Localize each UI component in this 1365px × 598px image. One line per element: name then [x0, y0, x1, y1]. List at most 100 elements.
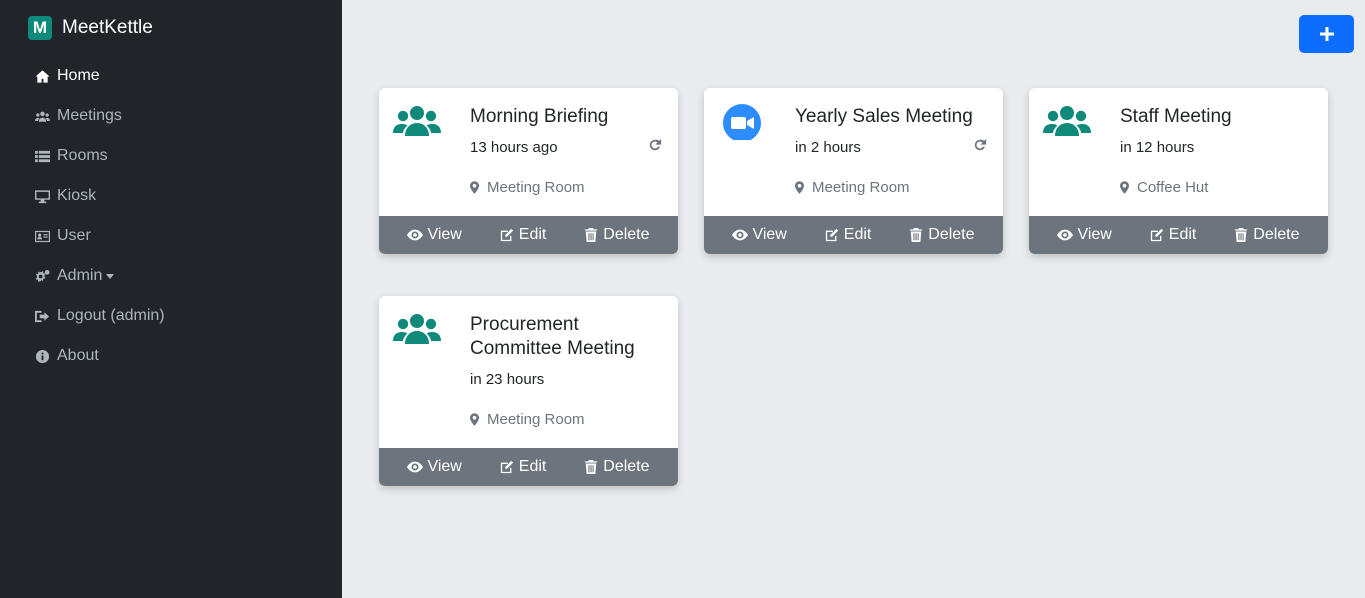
meeting-time: 13 hours ago [470, 139, 558, 156]
card-actions: View Edit Delete [1029, 216, 1328, 254]
list-icon [34, 148, 50, 164]
users-icon [393, 312, 441, 348]
map-marker-icon [795, 181, 804, 194]
delete-button[interactable]: Delete [583, 458, 650, 476]
delete-label: Delete [603, 226, 650, 243]
chevron-down-icon [106, 273, 115, 279]
brand-name: MeetKettle [62, 17, 153, 38]
users-icon [34, 108, 50, 124]
meeting-location: Meeting Room [470, 411, 585, 428]
eye-icon [732, 229, 749, 241]
edit-button[interactable]: Edit [824, 226, 872, 244]
card-actions: View Edit Delete [704, 216, 1003, 254]
sidebar-nav: Home Meetings Rooms Kiosk User Admin Log… [34, 56, 165, 376]
users-icon [1043, 104, 1091, 140]
edit-icon [500, 460, 513, 474]
meeting-card: Staff Meeting in 12 hours Coffee Hut Vie… [1029, 88, 1328, 254]
edit-button[interactable]: Edit [1149, 226, 1197, 244]
plus-icon [1319, 27, 1334, 41]
meeting-title[interactable]: Yearly Sales Meeting [795, 105, 995, 129]
sidebar-item-label: Meetings [57, 107, 122, 124]
view-label: View [752, 226, 787, 243]
meeting-card: Procurement Committee Meeting in 23 hour… [379, 296, 678, 486]
meeting-time: in 2 hours [795, 139, 861, 156]
sidebar-item-label: User [57, 227, 91, 244]
map-marker-icon [1120, 181, 1129, 194]
eye-icon [407, 461, 424, 473]
meeting-time: in 23 hours [470, 371, 545, 388]
eye-icon [1057, 229, 1074, 241]
view-label: View [427, 226, 462, 243]
meeting-time: in 12 hours [1120, 139, 1195, 156]
eye-icon [407, 229, 424, 241]
view-button[interactable]: View [407, 226, 462, 244]
location-label: Meeting Room [487, 411, 585, 428]
delete-label: Delete [603, 458, 650, 475]
sidebar-item-home[interactable]: Home [34, 56, 165, 96]
cogs-icon [34, 268, 50, 284]
edit-button[interactable]: Edit [499, 458, 547, 476]
sidebar-item-label: Kiosk [57, 187, 97, 204]
edit-label: Edit [518, 226, 547, 243]
card-actions: View Edit Delete [379, 448, 678, 486]
brand-logo-icon: M [28, 16, 52, 40]
delete-button[interactable]: Delete [908, 226, 975, 244]
sidebar-item-rooms[interactable]: Rooms [34, 136, 165, 176]
view-button[interactable]: View [1057, 226, 1112, 244]
delete-label: Delete [928, 226, 975, 243]
edit-label: Edit [1168, 226, 1197, 243]
map-marker-icon [470, 413, 479, 426]
trash-icon [1235, 228, 1248, 242]
meeting-title[interactable]: Procurement Committee Meeting [470, 313, 660, 361]
location-label: Meeting Room [812, 179, 910, 196]
brand[interactable]: M MeetKettle [28, 16, 153, 40]
card-actions: View Edit Delete [379, 216, 678, 254]
sidebar-item-label: Rooms [57, 147, 108, 164]
map-marker-icon [470, 181, 479, 194]
video-icon [718, 104, 766, 142]
home-icon [34, 68, 50, 84]
sidebar-item-admin[interactable]: Admin [34, 256, 165, 296]
sidebar-item-kiosk[interactable]: Kiosk [34, 176, 165, 216]
edit-icon [500, 228, 513, 242]
info-icon [34, 348, 50, 364]
location-label: Meeting Room [487, 179, 585, 196]
view-label: View [1077, 226, 1112, 243]
edit-icon [1150, 228, 1163, 242]
add-meeting-button[interactable] [1299, 15, 1354, 53]
sidebar-item-meetings[interactable]: Meetings [34, 96, 165, 136]
edit-icon [825, 228, 838, 242]
trash-icon [585, 228, 598, 242]
sidebar-item-label: Logout (admin) [57, 307, 165, 324]
view-button[interactable]: View [407, 458, 462, 476]
sidebar-item-user[interactable]: User [34, 216, 165, 256]
view-label: View [427, 458, 462, 475]
desktop-icon [34, 188, 50, 204]
edit-label: Edit [843, 226, 872, 243]
meeting-card: Yearly Sales Meeting in 2 hours Meeting … [704, 88, 1003, 254]
meeting-location: Meeting Room [470, 179, 585, 196]
sidebar-item-logout[interactable]: Logout (admin) [34, 296, 165, 336]
edit-button[interactable]: Edit [499, 226, 547, 244]
delete-button[interactable]: Delete [1233, 226, 1300, 244]
delete-button[interactable]: Delete [583, 226, 650, 244]
meeting-location: Meeting Room [795, 179, 910, 196]
refresh-icon[interactable] [648, 138, 662, 152]
sidebar-item-label: Admin [57, 267, 103, 284]
sidebar-item-label: About [57, 347, 99, 364]
sign-out-icon [34, 308, 50, 324]
edit-label: Edit [518, 458, 547, 475]
sidebar: M MeetKettle Home Meetings Rooms Kiosk U… [0, 0, 342, 598]
id-card-icon [34, 228, 50, 244]
delete-label: Delete [1253, 226, 1300, 243]
view-button[interactable]: View [732, 226, 787, 244]
refresh-icon[interactable] [973, 138, 987, 152]
location-label: Coffee Hut [1137, 179, 1209, 196]
users-icon [393, 104, 441, 140]
meeting-location: Coffee Hut [1120, 179, 1208, 196]
sidebar-item-about[interactable]: About [34, 336, 165, 376]
meeting-card: Morning Briefing 13 hours ago Meeting Ro… [379, 88, 678, 254]
meeting-title[interactable]: Morning Briefing [470, 105, 670, 129]
meeting-title[interactable]: Staff Meeting [1120, 105, 1320, 129]
trash-icon [910, 228, 923, 242]
